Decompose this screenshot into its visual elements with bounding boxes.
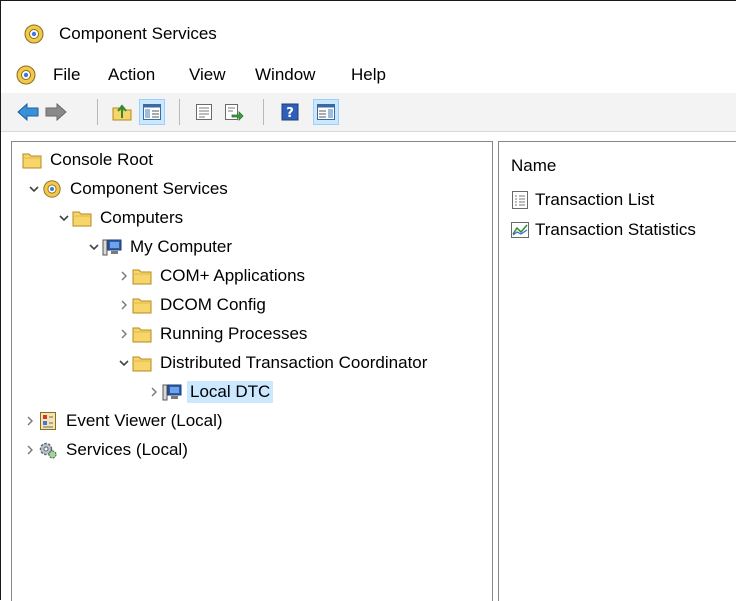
menu-file[interactable]: File (53, 65, 80, 85)
folder-icon (72, 208, 92, 228)
list-item-transaction-statistics[interactable]: Transaction Statistics (509, 218, 696, 242)
tree-node-label: Console Root (50, 150, 154, 169)
tree-node-com-applications[interactable]: COM+ Applications (116, 264, 308, 288)
up-one-level-button[interactable] (109, 99, 135, 125)
name-column-header[interactable]: Name (511, 156, 556, 176)
tree-node-label: Running Processes (160, 324, 308, 343)
tree-node-services-local[interactable]: Services (Local) (22, 438, 191, 462)
tree-node-my-computer[interactable]: My Computer (86, 235, 235, 259)
event-viewer-icon (38, 411, 58, 431)
component-services-icon (42, 179, 62, 199)
tree-node-label: My Computer (130, 237, 233, 256)
tree-node-label: Services (Local) (66, 440, 188, 459)
tree-node-label: DCOM Config (160, 295, 266, 314)
tree-node-console-root[interactable]: Console Root (22, 148, 156, 172)
menu-action[interactable]: Action (108, 65, 155, 85)
menu-view[interactable]: View (189, 65, 226, 85)
folder-icon (132, 266, 152, 286)
export-list-button[interactable] (221, 99, 247, 125)
console-tree[interactable]: Console Root Component Services Computers M… (11, 141, 493, 601)
console-tree-icon (143, 104, 161, 120)
action-pane-icon (317, 104, 335, 120)
list-document-icon (509, 189, 531, 211)
chevron-down-icon[interactable] (56, 206, 72, 230)
chevron-right-icon[interactable] (116, 322, 132, 346)
folder-icon (132, 295, 152, 315)
back-arrow-icon (17, 103, 39, 121)
list-item-label: Transaction List (535, 190, 655, 209)
tree-node-label: Computers (100, 208, 184, 227)
chevron-right-icon[interactable] (22, 438, 38, 462)
chevron-down-icon[interactable] (86, 235, 102, 259)
properties-icon (196, 104, 212, 120)
forward-arrow-icon (45, 103, 67, 121)
tree-node-label: Local DTC (187, 381, 274, 403)
component-services-icon (23, 23, 45, 50)
export-icon (225, 104, 244, 121)
tree-node-component-services[interactable]: Component Services (26, 177, 231, 201)
help-button[interactable]: ? (277, 99, 303, 125)
list-item-label: Transaction Statistics (535, 220, 696, 239)
window-title: Component Services (59, 24, 217, 43)
computer-icon (162, 382, 182, 402)
toolbar-separator (263, 99, 264, 125)
system-menu-icon[interactable] (15, 64, 37, 91)
tree-node-label: Distributed Transaction Coordinator (160, 353, 428, 372)
services-gear-icon (38, 440, 58, 460)
chevron-down-icon[interactable] (116, 351, 132, 375)
tree-node-computers[interactable]: Computers (56, 206, 186, 230)
menu-help[interactable]: Help (351, 65, 386, 85)
folder-icon (22, 150, 42, 170)
chevron-right-icon[interactable] (116, 264, 132, 288)
show-hide-action-pane-button[interactable] (313, 99, 339, 125)
computer-icon (102, 237, 122, 257)
chevron-right-icon[interactable] (146, 380, 162, 404)
list-item-transaction-list[interactable]: Transaction List (509, 188, 654, 212)
menu-window[interactable]: Window (255, 65, 315, 85)
component-services-window: Component Services File Action View Wind… (0, 0, 736, 601)
forward-button[interactable] (43, 99, 69, 125)
tree-node-running-processes[interactable]: Running Processes (116, 322, 310, 346)
tree-node-event-viewer-local[interactable]: Event Viewer (Local) (22, 409, 226, 433)
toolbar-separator (97, 99, 98, 125)
chevron-down-icon[interactable] (26, 177, 42, 201)
chevron-right-icon[interactable] (116, 293, 132, 317)
show-hide-console-tree-button[interactable] (139, 99, 165, 125)
details-pane[interactable]: Name Transaction List Transaction Statis… (498, 141, 736, 601)
statistics-chart-icon (509, 219, 531, 241)
svg-text:?: ? (286, 106, 294, 121)
tree-node-local-dtc[interactable]: Local DTC (146, 380, 274, 404)
properties-button[interactable] (191, 99, 217, 125)
toolbar-separator (179, 99, 180, 125)
tree-node-label: Event Viewer (Local) (66, 411, 223, 430)
tree-node-dcom-config[interactable]: DCOM Config (116, 293, 269, 317)
tree-node-label: Component Services (70, 179, 228, 198)
menu-bar: File Action View Window Help (1, 53, 736, 93)
back-button[interactable] (15, 99, 41, 125)
tree-node-label: COM+ Applications (160, 266, 306, 285)
folder-icon (132, 324, 152, 344)
title-bar[interactable]: Component Services (1, 1, 736, 53)
up-folder-icon (112, 104, 132, 121)
toolbar: ? (1, 93, 736, 132)
folder-icon (132, 353, 152, 373)
chevron-right-icon[interactable] (22, 409, 38, 433)
tree-node-distributed-transaction-coordinator[interactable]: Distributed Transaction Coordinator (116, 351, 430, 375)
help-icon: ? (281, 103, 299, 121)
